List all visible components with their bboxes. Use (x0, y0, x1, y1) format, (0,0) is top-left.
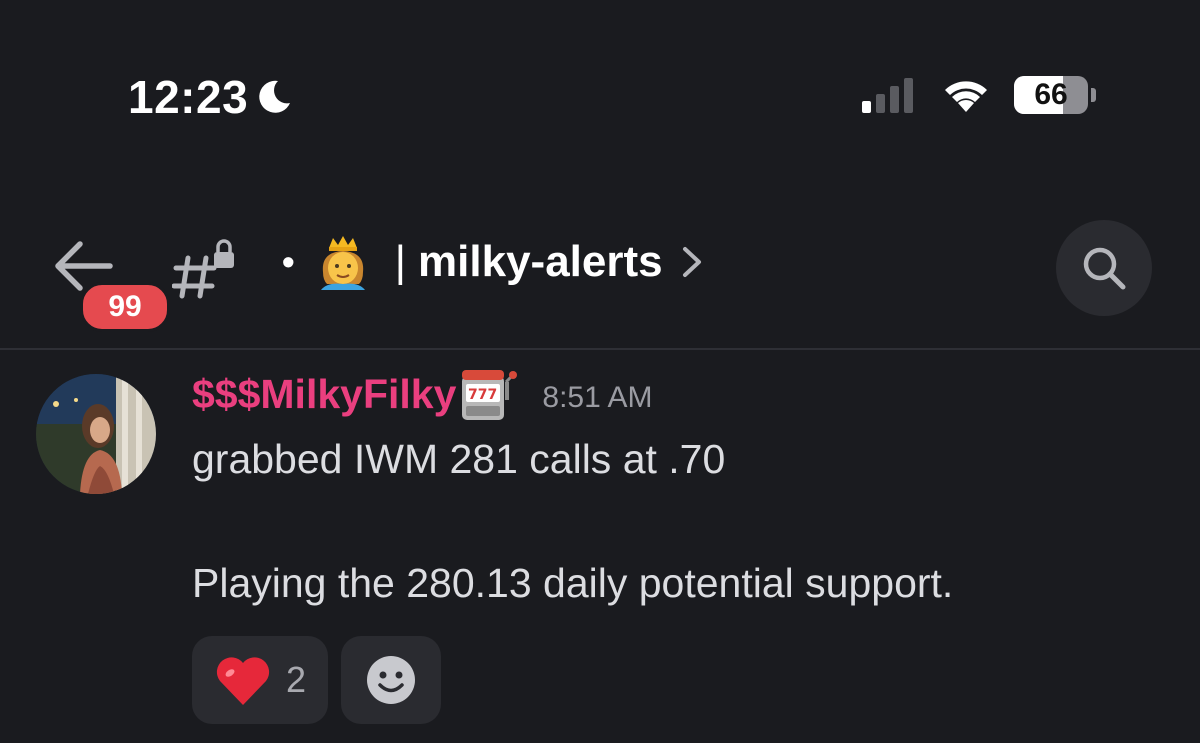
channel-name: milky-alerts (418, 237, 663, 286)
locked-text-channel-icon (172, 239, 234, 299)
message-text-line: grabbed IWM 281 calls at .70 (192, 436, 726, 482)
channel-title[interactable]: • | milky-alerts (282, 234, 703, 290)
status-indicators: 66 (860, 76, 1096, 114)
battery-indicator: 66 (1014, 76, 1096, 114)
status-time: 12:23 (128, 70, 294, 124)
status-time-text: 12:23 (128, 71, 249, 123)
cellular-signal-icon (862, 78, 913, 113)
battery-nub (1091, 88, 1096, 102)
svg-text:777: 777 (468, 387, 497, 403)
header-divider (0, 348, 1200, 350)
title-dot-separator: • (282, 241, 295, 282)
heart-reaction-button[interactable]: 2 (192, 636, 328, 724)
add-reaction-smiley-icon (367, 656, 415, 704)
avatar-image (36, 374, 156, 494)
battery-level: 66 (1034, 78, 1068, 111)
wifi-icon (945, 81, 987, 112)
search-button[interactable] (1056, 220, 1152, 316)
username[interactable]: $$$MilkyFilky (192, 371, 456, 418)
title-bar-separator: | (394, 237, 407, 286)
princess-emoji-icon (320, 236, 365, 290)
message-header: $$$MilkyFilky 777 8:51 AM (192, 366, 652, 422)
discord-channel-screen: 12:23 66 99 • | milky-alerts $$$MilkyFil… (0, 0, 1200, 743)
reaction-count: 2 (285, 659, 307, 700)
slot-machine-emoji-icon: 777 (462, 370, 518, 420)
moon-icon (259, 80, 291, 113)
channel-header: 99 • | milky-alerts (0, 220, 1200, 350)
chevron-right-icon (682, 247, 701, 277)
message-text-line: Playing the 280.13 daily potential suppo… (192, 560, 954, 606)
battery-body: 66 (1014, 76, 1088, 114)
search-icon (1083, 247, 1126, 290)
message-timestamp: 8:51 AM (542, 381, 653, 414)
unread-badge: 99 (80, 282, 170, 332)
add-reaction-button[interactable] (341, 636, 441, 724)
heart-icon (216, 657, 270, 705)
user-avatar[interactable] (36, 374, 156, 494)
